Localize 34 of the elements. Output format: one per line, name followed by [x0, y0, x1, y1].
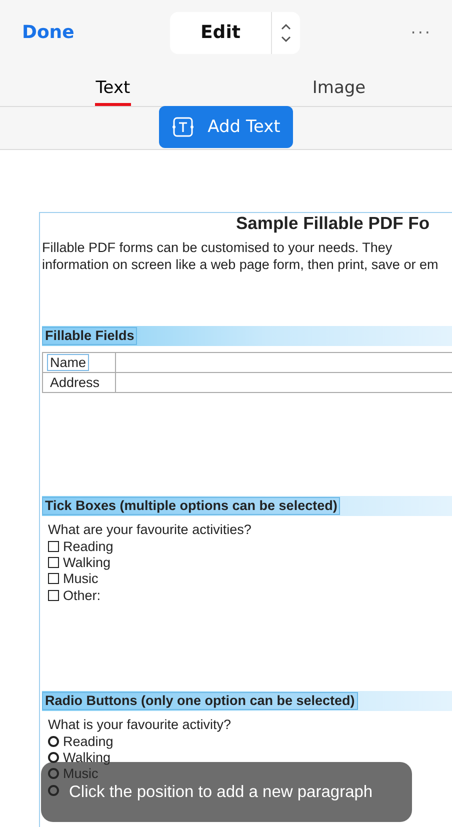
- checkbox[interactable]: [48, 573, 59, 584]
- option-label: Reading: [63, 538, 114, 554]
- intro-text: Fillable PDF forms can be customised to your needs. They: [42, 239, 394, 256]
- mode-selector[interactable]: Edit: [170, 12, 300, 54]
- tab-underline: [95, 103, 131, 106]
- add-text-icon: [172, 117, 194, 137]
- field-label: Name: [47, 354, 90, 371]
- radio-button[interactable]: [48, 736, 59, 747]
- option-label: Walking: [63, 750, 111, 766]
- question-text: What are your favourite activities?: [48, 522, 252, 538]
- question-text: What is your favourite activity?: [48, 717, 232, 734]
- done-button[interactable]: Done: [22, 22, 170, 43]
- tab[interactable]: Text: [0, 65, 226, 106]
- checkbox[interactable]: [48, 590, 59, 601]
- checkbox[interactable]: [48, 540, 59, 552]
- document-title: Sample Fillable PDF Fo: [235, 213, 431, 233]
- tab[interactable]: Image: [226, 65, 452, 106]
- mode-label[interactable]: Edit: [170, 12, 272, 54]
- checkbox[interactable]: [48, 556, 59, 568]
- add-text-button[interactable]: Add Text: [159, 106, 293, 148]
- field-label: Address: [49, 374, 101, 391]
- option-label: Walking: [63, 554, 111, 570]
- option-label: Music: [63, 766, 98, 782]
- section-heading: Fillable Fields: [42, 327, 138, 345]
- radio-button[interactable]: [48, 784, 59, 796]
- radio-button[interactable]: [48, 752, 59, 764]
- section-heading: Radio Buttons (only one option can be selected): [42, 692, 358, 710]
- option-label: Music: [63, 571, 98, 586]
- radio-button[interactable]: [48, 768, 59, 780]
- section-heading: Tick Boxes (multiple options can be selected): [42, 497, 340, 515]
- more-button[interactable]: ···: [410, 23, 432, 42]
- option-label: Other:: [63, 588, 101, 603]
- option-label: Reading: [63, 734, 114, 749]
- intro-text: information on screen like a web page form, then print, save or em: [42, 256, 440, 273]
